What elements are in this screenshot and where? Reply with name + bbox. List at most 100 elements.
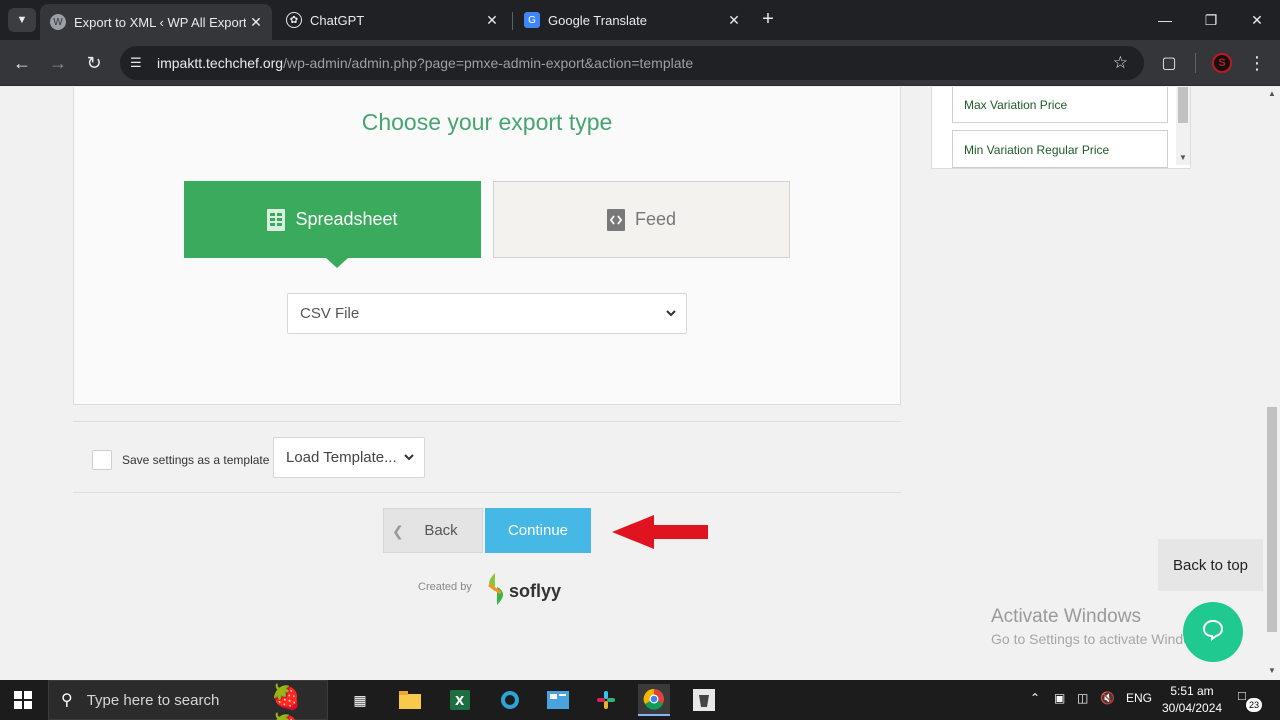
clock-date: 30/04/2024 <box>1162 701 1223 715</box>
page-scrollbar[interactable]: ▲ ▼ <box>1264 87 1280 680</box>
back-to-top-label: Back to top <box>1172 556 1249 574</box>
tab-chatgpt[interactable]: ✿ ChatGPT ✕ <box>276 4 508 36</box>
strawberry-icon: 🍓🍓 <box>271 684 301 720</box>
chevron-left-icon: ❮ <box>392 523 404 539</box>
url-path: /wp-admin/admin.php?page=pmxe-admin-expo… <box>283 55 694 71</box>
restore-button[interactable]: ❐ <box>1188 0 1234 40</box>
close-icon[interactable]: ✕ <box>246 14 266 31</box>
site-settings-icon[interactable]: ☰ <box>130 55 148 71</box>
back-nav-button[interactable]: ← <box>10 51 34 75</box>
windows-taskbar: ⚲ Type here to search 🍓🍓 ▦ X ⌃ ▣ ◫ 🔇 ENG… <box>0 680 1280 720</box>
control-panel-icon[interactable] <box>542 684 574 716</box>
spreadsheet-option-button[interactable]: Spreadsheet <box>184 181 481 268</box>
clock-time: 5:51 am <box>1170 684 1214 698</box>
page-title: Choose your export type <box>361 109 613 135</box>
task-view-icon[interactable]: ▦ <box>344 684 376 716</box>
chrome-icon[interactable] <box>638 684 670 716</box>
page-viewport: Choose your export type Spreadsheet Feed… <box>0 87 1280 680</box>
notification-center-icon[interactable]: □ 23 <box>1238 688 1262 712</box>
spreadsheet-label: Spreadsheet <box>295 209 398 229</box>
list-item[interactable]: Max Variation Price <box>952 87 1168 123</box>
activate-windows-title: Activate Windows <box>991 606 1141 627</box>
list-item[interactable]: Min Variation Regular Price <box>952 130 1168 168</box>
bookmark-star-icon[interactable]: ☆ <box>1113 53 1128 73</box>
tab-export-xml[interactable]: W Export to XML ‹ WP All Export ‹ ✕ <box>40 4 272 40</box>
extensions-puzzle-icon[interactable]: ▢ <box>1158 52 1180 74</box>
activate-windows-subtitle: Go to Settings to activate Windows. <box>991 631 1212 647</box>
browser-toolbar: ← → ↻ ☰ impaktt.techchef.org/wp-admin/ad… <box>0 40 1280 86</box>
save-template-checkbox[interactable] <box>92 450 112 470</box>
scrollbar-thumb[interactable] <box>1178 87 1188 123</box>
tab-google-translate[interactable]: G Google Translate ✕ <box>514 4 750 36</box>
volume-muted-icon[interactable]: 🔇 <box>1100 691 1115 705</box>
back-to-top-button[interactable]: Back to top <box>1158 539 1263 591</box>
system-clock[interactable]: 5:51 am 30/04/2024 <box>1162 683 1222 717</box>
url-host: impaktt.techchef.org <box>157 55 284 71</box>
plus-icon: + <box>762 8 774 30</box>
export-type-panel: Choose your export type Spreadsheet Feed… <box>73 87 901 405</box>
chat-bubble-icon <box>1201 618 1225 647</box>
slack-icon[interactable] <box>590 684 622 716</box>
meet-now-icon[interactable]: ▣ <box>1054 691 1065 705</box>
close-window-button[interactable]: ✕ <box>1234 0 1280 40</box>
divider <box>73 421 901 422</box>
messenger-icon[interactable] <box>494 684 526 716</box>
continue-button[interactable]: Continue <box>485 508 591 553</box>
load-template-select[interactable]: Load Template... <box>273 437 425 478</box>
url-text: impaktt.techchef.org/wp-admin/admin.php?… <box>157 55 693 71</box>
app-icon[interactable] <box>688 684 720 716</box>
tab-search-button[interactable]: ▼ <box>8 8 36 32</box>
profile-avatar[interactable]: S <box>1212 53 1232 73</box>
chevron-down-icon <box>664 306 678 324</box>
search-icon: ⚲ <box>61 692 73 709</box>
new-tab-button[interactable]: + <box>758 8 778 32</box>
soflyy-logo[interactable]: soflyy <box>485 573 561 610</box>
list-item-label: Max Variation Price <box>964 98 1068 112</box>
file-explorer-icon[interactable] <box>394 684 426 716</box>
feed-label: Feed <box>634 209 677 229</box>
scroll-down-icon[interactable]: ▼ <box>1179 153 1187 162</box>
address-bar[interactable]: ☰ impaktt.techchef.org/wp-admin/admin.ph… <box>120 46 1144 80</box>
feed-option-button[interactable]: Feed <box>493 181 790 258</box>
red-arrow-annotation-icon <box>612 515 710 554</box>
close-icon[interactable]: ✕ <box>482 12 502 29</box>
language-indicator[interactable]: ENG <box>1126 691 1152 705</box>
forward-nav-button[interactable]: → <box>46 51 70 75</box>
restore-icon: ❐ <box>1204 11 1218 28</box>
windows-start-icon[interactable] <box>14 691 32 709</box>
tab-title: ChatGPT <box>310 12 365 28</box>
close-icon: ✕ <box>1251 11 1263 28</box>
toolbar-separator <box>1195 53 1196 73</box>
available-fields-list: Max Variation Price Min Variation Regula… <box>931 87 1191 169</box>
scrollbar-thumb[interactable] <box>1267 407 1277 632</box>
tab-title: Export to XML ‹ WP All Export ‹ <box>74 14 246 30</box>
taskbar-search[interactable]: ⚲ Type here to search 🍓🍓 <box>48 680 328 720</box>
reload-button[interactable]: ↻ <box>82 51 106 75</box>
scroll-up-icon[interactable]: ▲ <box>1268 89 1276 98</box>
scroll-down-icon[interactable]: ▼ <box>1268 666 1276 675</box>
back-label: Back <box>424 522 458 539</box>
reload-icon: ↻ <box>86 52 102 73</box>
help-chat-button[interactable] <box>1183 602 1243 662</box>
soflyy-leaf-icon <box>485 573 507 610</box>
list-scrollbar[interactable]: ▼ <box>1176 87 1190 165</box>
excel-icon[interactable]: X <box>444 684 476 716</box>
back-button[interactable]: ❮ Back <box>383 508 483 553</box>
chatgpt-icon: ✿ <box>286 12 302 28</box>
browser-menu-icon[interactable]: ⋮ <box>1248 50 1266 76</box>
continue-label: Continue <box>507 522 569 539</box>
google-translate-icon: G <box>524 12 540 28</box>
file-type-select[interactable]: CSV File <box>287 293 687 334</box>
save-template-label: Save settings as a template <box>122 453 270 467</box>
close-icon[interactable]: ✕ <box>724 12 744 29</box>
network-icon[interactable]: ◫ <box>1077 691 1088 705</box>
minimize-icon: — <box>1158 12 1172 28</box>
tab-strip: ▼ W Export to XML ‹ WP All Export ‹ ✕ ✿ … <box>0 0 1280 40</box>
minimize-button[interactable]: — <box>1142 0 1188 40</box>
file-type-value: CSV File <box>300 305 360 322</box>
created-by-text: Created by <box>418 581 472 593</box>
show-hidden-icons[interactable]: ⌃ <box>1030 691 1040 705</box>
spreadsheet-icon <box>267 208 286 231</box>
list-item-label: Min Variation Regular Price <box>964 143 1110 157</box>
tab-separator <box>512 12 513 30</box>
